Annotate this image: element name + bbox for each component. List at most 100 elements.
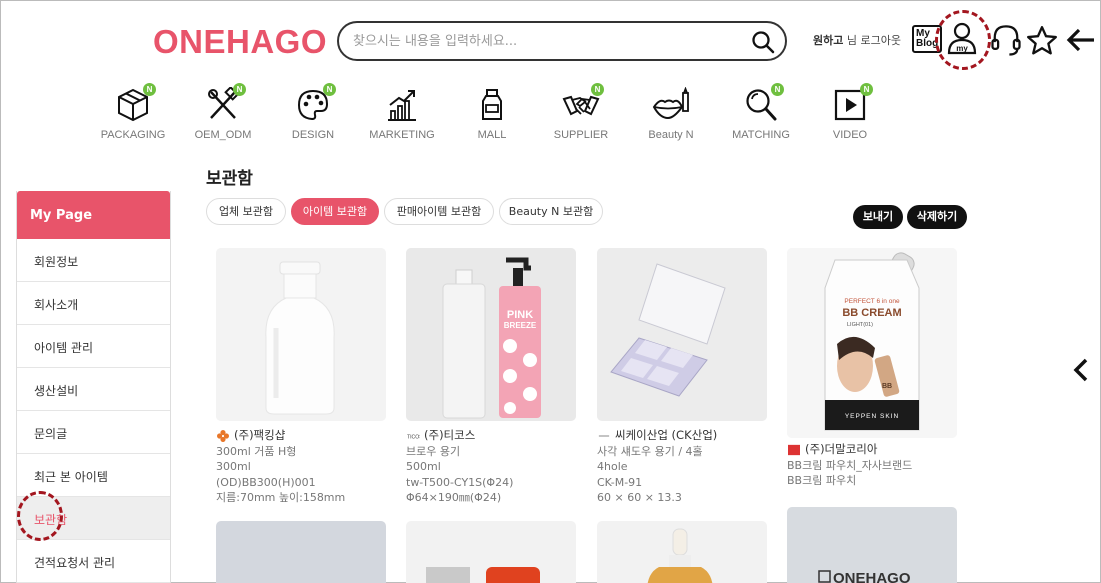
page-title: 보관함: [206, 169, 253, 189]
foam-pump-bottle-image: [216, 248, 386, 421]
company-label: (주)더말코리아: [805, 442, 878, 456]
category-beauty-n[interactable]: Beauty N: [631, 83, 711, 141]
company-name[interactable]: (주)팩킹샵: [216, 428, 386, 444]
sidebar-item-item-management[interactable]: 아이템 관리: [17, 325, 170, 368]
category-nav: N PACKAGING N OEM_ODM N DESIGN MARKETING…: [93, 83, 873, 145]
product-image[interactable]: [597, 248, 767, 421]
product-image[interactable]: PERFECT 6 in one BB CREAM LIGHT(01) BB Y…: [787, 248, 957, 438]
product-info: (주)더말코리아 BB크림 파우치_자사브랜드 BB크림 파우치: [787, 442, 957, 489]
search-input[interactable]: [353, 30, 743, 52]
search-icon[interactable]: [751, 30, 775, 54]
pouch-text: BB CREAM: [842, 307, 901, 319]
product-info: 씨케이산업 (CK산업) 사각 섀도우 용기 / 4홀 4hole CK-M-9…: [597, 428, 767, 506]
favorites-star-icon[interactable]: [1025, 23, 1059, 59]
new-badge: N: [771, 83, 784, 96]
pouch-text: PERFECT 6 in one: [844, 298, 900, 305]
product-line: 4hole: [597, 460, 628, 473]
category-label: SUPPLIER: [553, 129, 609, 141]
company-label: 씨케이산업 (CK산업): [615, 428, 718, 442]
delete-button[interactable]: 삭제하기: [907, 205, 967, 229]
product-card[interactable]: [597, 521, 767, 583]
category-supplier[interactable]: N SUPPLIER: [541, 83, 621, 141]
product-line: BB크림 파우치: [787, 474, 857, 487]
send-button[interactable]: 보내기: [853, 205, 903, 229]
back-arrow-icon[interactable]: [1066, 27, 1096, 53]
ticos-logo-icon: TICOS: [407, 434, 420, 440]
category-mall[interactable]: MALL: [452, 83, 532, 141]
dropper-bottle-image: [647, 528, 713, 583]
pink-bottle-text: BREEZE: [504, 321, 537, 330]
product-card[interactable]: ONEHAGO: [787, 507, 957, 583]
sidebar-item-quote-requests[interactable]: 견적요청서 관리: [17, 540, 170, 583]
pump-bottles-image: PINK BREEZE: [406, 248, 576, 421]
sidebar-item-company-intro[interactable]: 회사소개: [17, 282, 170, 325]
onehago-logo[interactable]: ONEHAGO: [153, 23, 327, 61]
category-label: VIDEO: [832, 129, 868, 141]
product-line: 300ml: [216, 460, 251, 473]
tab-sales-item-storage[interactable]: 판매아이템 보관함: [384, 198, 494, 225]
tab-beauty-n-storage[interactable]: Beauty N 보관함: [499, 198, 603, 225]
logout-link[interactable]: 님 로그아웃: [847, 34, 901, 47]
product-info: TICOS (주)티코스 브로우 용기 500ml tw-T500-CY1S(Φ2…: [406, 428, 576, 506]
product-image[interactable]: PINK BREEZE: [406, 248, 576, 421]
sidebar-title[interactable]: My Page: [17, 191, 170, 239]
sidebar-item-production-facilities[interactable]: 생산설비: [17, 368, 170, 411]
category-label: Beauty N: [648, 129, 694, 141]
category-oem-odm[interactable]: N OEM_ODM: [183, 83, 263, 141]
user-logout[interactable]: 원하고 님 로그아웃: [813, 32, 901, 48]
search-bar: [337, 21, 787, 61]
product-line: Φ64×190㎜(Φ24): [406, 491, 502, 504]
new-badge: N: [323, 83, 336, 96]
product-line: 지름:70mm 높이:158mm: [216, 491, 346, 504]
product-line: CK-M-91: [597, 475, 643, 489]
onehago-placeholder-image: ONEHAGO: [818, 570, 911, 583]
lips-icon: [652, 87, 689, 120]
pink-bottle-text: PINK: [507, 309, 533, 321]
pouch-text: LIGHT(01): [847, 322, 873, 328]
highlight-circle-storage: [17, 491, 63, 541]
tab-item-storage[interactable]: 아이템 보관함: [291, 198, 379, 225]
pouch-brand-text: YEPPEN SKIN: [845, 413, 899, 420]
product-image[interactable]: [406, 521, 576, 583]
product-line: BB크림 파우치_자사브랜드: [787, 458, 913, 472]
category-design[interactable]: N DESIGN: [273, 83, 353, 141]
category-label: MALL: [477, 129, 507, 141]
company-label: (주)티코스: [424, 428, 476, 442]
sidebar-item-member-info[interactable]: 회원정보: [17, 239, 170, 282]
sidebar-item-inquiries[interactable]: 문의글: [17, 411, 170, 454]
product-image[interactable]: ONEHAGO: [787, 507, 957, 583]
product-line: tw-T500-CY1S(Φ24): [406, 475, 514, 489]
product-image[interactable]: [216, 521, 386, 583]
company-name[interactable]: TICOS (주)티코스: [406, 428, 576, 444]
product-image[interactable]: [216, 248, 386, 421]
category-label: OEM_ODM: [194, 129, 252, 141]
product-card[interactable]: [216, 521, 386, 583]
category-label: MARKETING: [369, 129, 435, 141]
company-name[interactable]: (주)더말코리아: [787, 442, 957, 458]
category-video[interactable]: N VIDEO: [810, 83, 890, 141]
product-line: 사각 섀도우 용기 / 4홀: [597, 444, 703, 458]
product-line: 300ml 거품 H형: [216, 444, 297, 458]
category-label: MATCHING: [732, 129, 790, 141]
dermal-logo-icon: [788, 444, 800, 455]
chart-icon: [388, 90, 416, 121]
new-badge: N: [860, 83, 873, 96]
product-card[interactable]: (주)팩킹샵 300ml 거품 H형 300ml (OD)BB300(H)001…: [216, 248, 386, 506]
product-line: 60 × 60 × 13.3: [597, 491, 682, 504]
product-card[interactable]: PINK BREEZE TICOS (주)티코스 브로우 용기 500ml tw-…: [406, 248, 576, 506]
product-card[interactable]: 씨케이산업 (CK산업) 사각 섀도우 용기 / 4홀 4hole CK-M-9…: [597, 248, 767, 506]
category-packaging[interactable]: N PACKAGING: [93, 83, 173, 141]
customer-service-icon[interactable]: [989, 23, 1023, 59]
company-name[interactable]: 씨케이산업 (CK산업): [597, 428, 767, 444]
category-matching[interactable]: N MATCHING: [721, 83, 801, 141]
product-card[interactable]: [406, 521, 576, 583]
category-marketing[interactable]: MARKETING: [362, 83, 442, 141]
tab-company-storage[interactable]: 업체 보관함: [206, 198, 286, 225]
product-line: 500ml: [406, 460, 441, 473]
tube-text: BB: [882, 383, 892, 390]
product-image[interactable]: [597, 521, 767, 583]
packingshop-logo-icon: [217, 429, 229, 442]
highlight-circle-my: [935, 10, 991, 70]
product-card[interactable]: PERFECT 6 in one BB CREAM LIGHT(01) BB Y…: [787, 248, 957, 489]
slide-prev-arrow-icon[interactable]: [1071, 357, 1091, 383]
